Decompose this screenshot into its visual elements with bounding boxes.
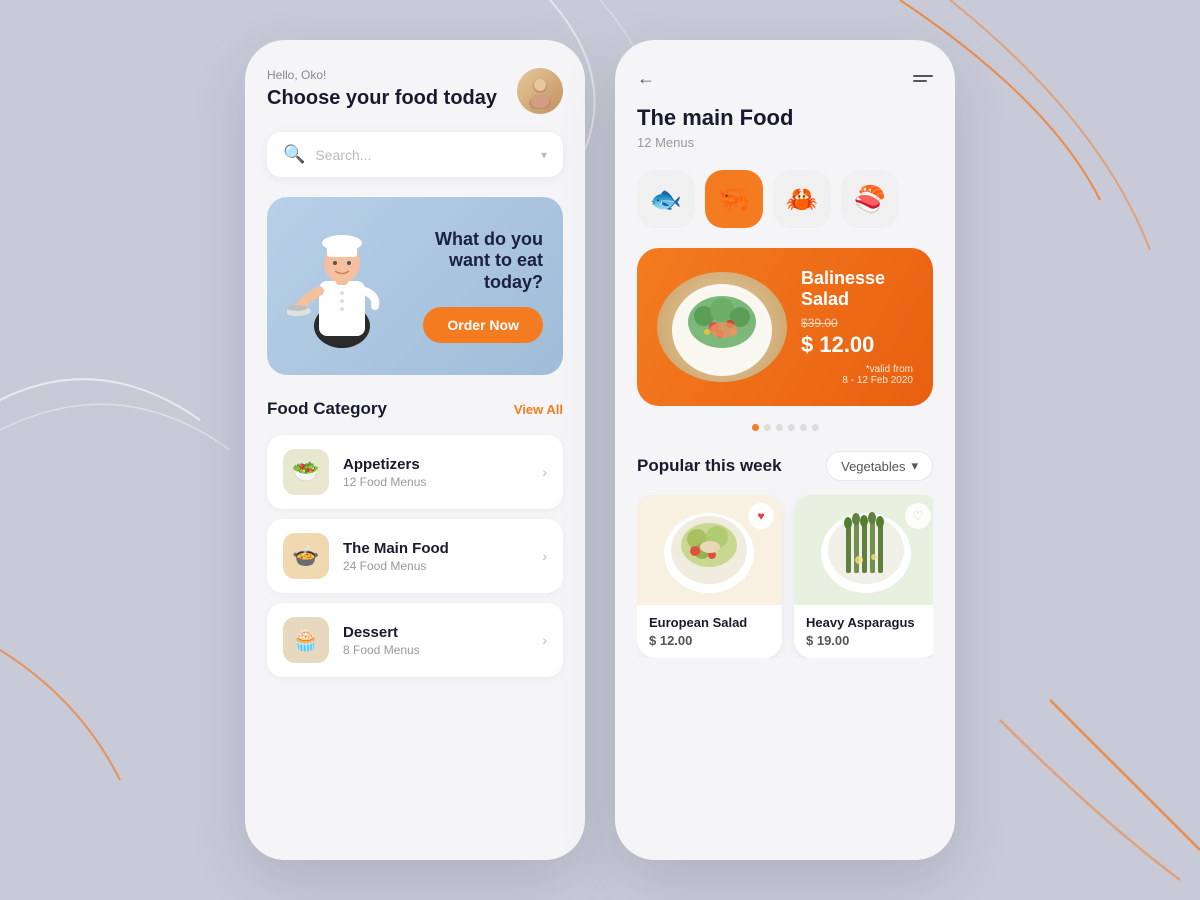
- mainfood-icon: 🍲: [283, 533, 329, 579]
- featured-valid: *valid from 8 - 12 Feb 2020: [801, 364, 913, 386]
- category-item-dessert[interactable]: 🧁 Dessert 8 Food Menus ›: [267, 603, 563, 677]
- european-salad-name: European Salad: [649, 615, 770, 630]
- heavy-asparagus-price: $ 19.00: [806, 633, 927, 648]
- food-category-title: Food Category: [267, 399, 387, 419]
- banner-text: What do you want to eat today? Order Now: [397, 229, 543, 344]
- phone1-header: Hello, Oko! Choose your food today: [267, 68, 563, 114]
- dot-2[interactable]: [764, 424, 771, 431]
- european-salad-price: $ 12.00: [649, 633, 770, 648]
- hamburger-menu-icon[interactable]: [913, 75, 933, 82]
- appetizers-info: Appetizers 12 Food Menus: [343, 456, 426, 489]
- view-all-link[interactable]: View All: [514, 402, 563, 417]
- european-salad-info: European Salad $ 12.00: [637, 605, 782, 658]
- appetizers-count: 12 Food Menus: [343, 475, 426, 489]
- dot-3[interactable]: [776, 424, 783, 431]
- carousel-dots: [637, 424, 933, 431]
- category-icon-fish[interactable]: 🐟: [637, 170, 695, 228]
- dessert-icon: 🧁: [283, 617, 329, 663]
- food-card-european-salad[interactable]: ♥ European Salad $ 12.00: [637, 495, 782, 658]
- search-placeholder: Search...: [315, 147, 541, 163]
- phone-2: ← The main Food 12 Menus 🐟 🦐 🦀 🍣: [615, 40, 955, 860]
- mainfood-count: 24 Food Menus: [343, 559, 449, 573]
- like-button-1[interactable]: ♥: [748, 503, 774, 529]
- chevron-down-icon: ▾: [541, 148, 547, 162]
- category-icon-shrimp[interactable]: 🦐: [705, 170, 763, 228]
- dessert-count: 8 Food Menus: [343, 643, 420, 657]
- filter-label: Vegetables: [841, 459, 905, 474]
- heavy-asparagus-name: Heavy Asparagus: [806, 615, 927, 630]
- mainfood-info: The Main Food 24 Food Menus: [343, 540, 449, 573]
- featured-card: Balinesse Salad $39.00 $ 12.00 *valid fr…: [637, 248, 933, 406]
- featured-name: Balinesse Salad: [801, 268, 913, 310]
- featured-food-image: [657, 272, 787, 382]
- heavy-asparagus-info: Heavy Asparagus $ 19.00: [794, 605, 933, 658]
- page-subtitle: 12 Menus: [637, 135, 933, 150]
- phone-1: Hello, Oko! Choose your food today 🔍 Se: [245, 40, 585, 860]
- featured-price: $ 12.00: [801, 332, 913, 358]
- appetizers-arrow: ›: [542, 464, 547, 480]
- banner: What do you want to eat today? Order Now: [267, 197, 563, 375]
- category-icons-row: 🐟 🦐 🦀 🍣: [637, 170, 933, 228]
- category-icon-crab[interactable]: 🦀: [773, 170, 831, 228]
- european-salad-image: ♥: [637, 495, 782, 605]
- food-card-heavy-asparagus[interactable]: ♡ Heavy Asparagus $ 19.00: [794, 495, 933, 658]
- dessert-info: Dessert 8 Food Menus: [343, 624, 420, 657]
- page-title: The main Food: [637, 105, 933, 131]
- featured-old-price: $39.00: [801, 316, 913, 330]
- dot-1[interactable]: [752, 424, 759, 431]
- back-button[interactable]: ←: [637, 68, 655, 89]
- food-category-header: Food Category View All: [267, 399, 563, 419]
- order-now-button[interactable]: Order Now: [423, 307, 543, 343]
- filter-chevron-icon: ▾: [911, 458, 918, 474]
- phone1-header-text: Hello, Oko! Choose your food today: [267, 68, 497, 110]
- featured-info: Balinesse Salad $39.00 $ 12.00 *valid fr…: [801, 268, 913, 386]
- dot-6[interactable]: [812, 424, 819, 431]
- category-item-mainfood[interactable]: 🍲 The Main Food 24 Food Menus ›: [267, 519, 563, 593]
- avatar[interactable]: [517, 68, 563, 114]
- avatar-image: [517, 68, 563, 114]
- vegetables-filter[interactable]: Vegetables ▾: [826, 451, 933, 481]
- popular-title: Popular this week: [637, 456, 782, 476]
- dot-4[interactable]: [788, 424, 795, 431]
- food-cards-row: ♥ European Salad $ 12.00: [637, 495, 933, 658]
- mainfood-name: The Main Food: [343, 540, 449, 557]
- chef-illustration: [287, 221, 397, 351]
- choose-title: Choose your food today: [267, 86, 497, 110]
- dessert-name: Dessert: [343, 624, 420, 641]
- dot-5[interactable]: [800, 424, 807, 431]
- mainfood-arrow: ›: [542, 548, 547, 564]
- popular-header: Popular this week Vegetables ▾: [637, 451, 933, 481]
- category-icon-sushi[interactable]: 🍣: [841, 170, 899, 228]
- dessert-arrow: ›: [542, 632, 547, 648]
- like-button-2[interactable]: ♡: [905, 503, 931, 529]
- phone2-nav: ←: [637, 68, 933, 89]
- search-icon: 🔍: [283, 144, 305, 165]
- menu-line-2: [913, 80, 927, 82]
- menu-line-1: [913, 75, 933, 77]
- category-item-appetizers[interactable]: 🥗 Appetizers 12 Food Menus ›: [267, 435, 563, 509]
- heavy-asparagus-image: ♡: [794, 495, 933, 605]
- banner-question: What do you want to eat today?: [407, 229, 543, 294]
- search-bar[interactable]: 🔍 Search... ▾: [267, 132, 563, 177]
- appetizers-icon: 🥗: [283, 449, 329, 495]
- greeting-text: Hello, Oko!: [267, 68, 497, 82]
- appetizers-name: Appetizers: [343, 456, 426, 473]
